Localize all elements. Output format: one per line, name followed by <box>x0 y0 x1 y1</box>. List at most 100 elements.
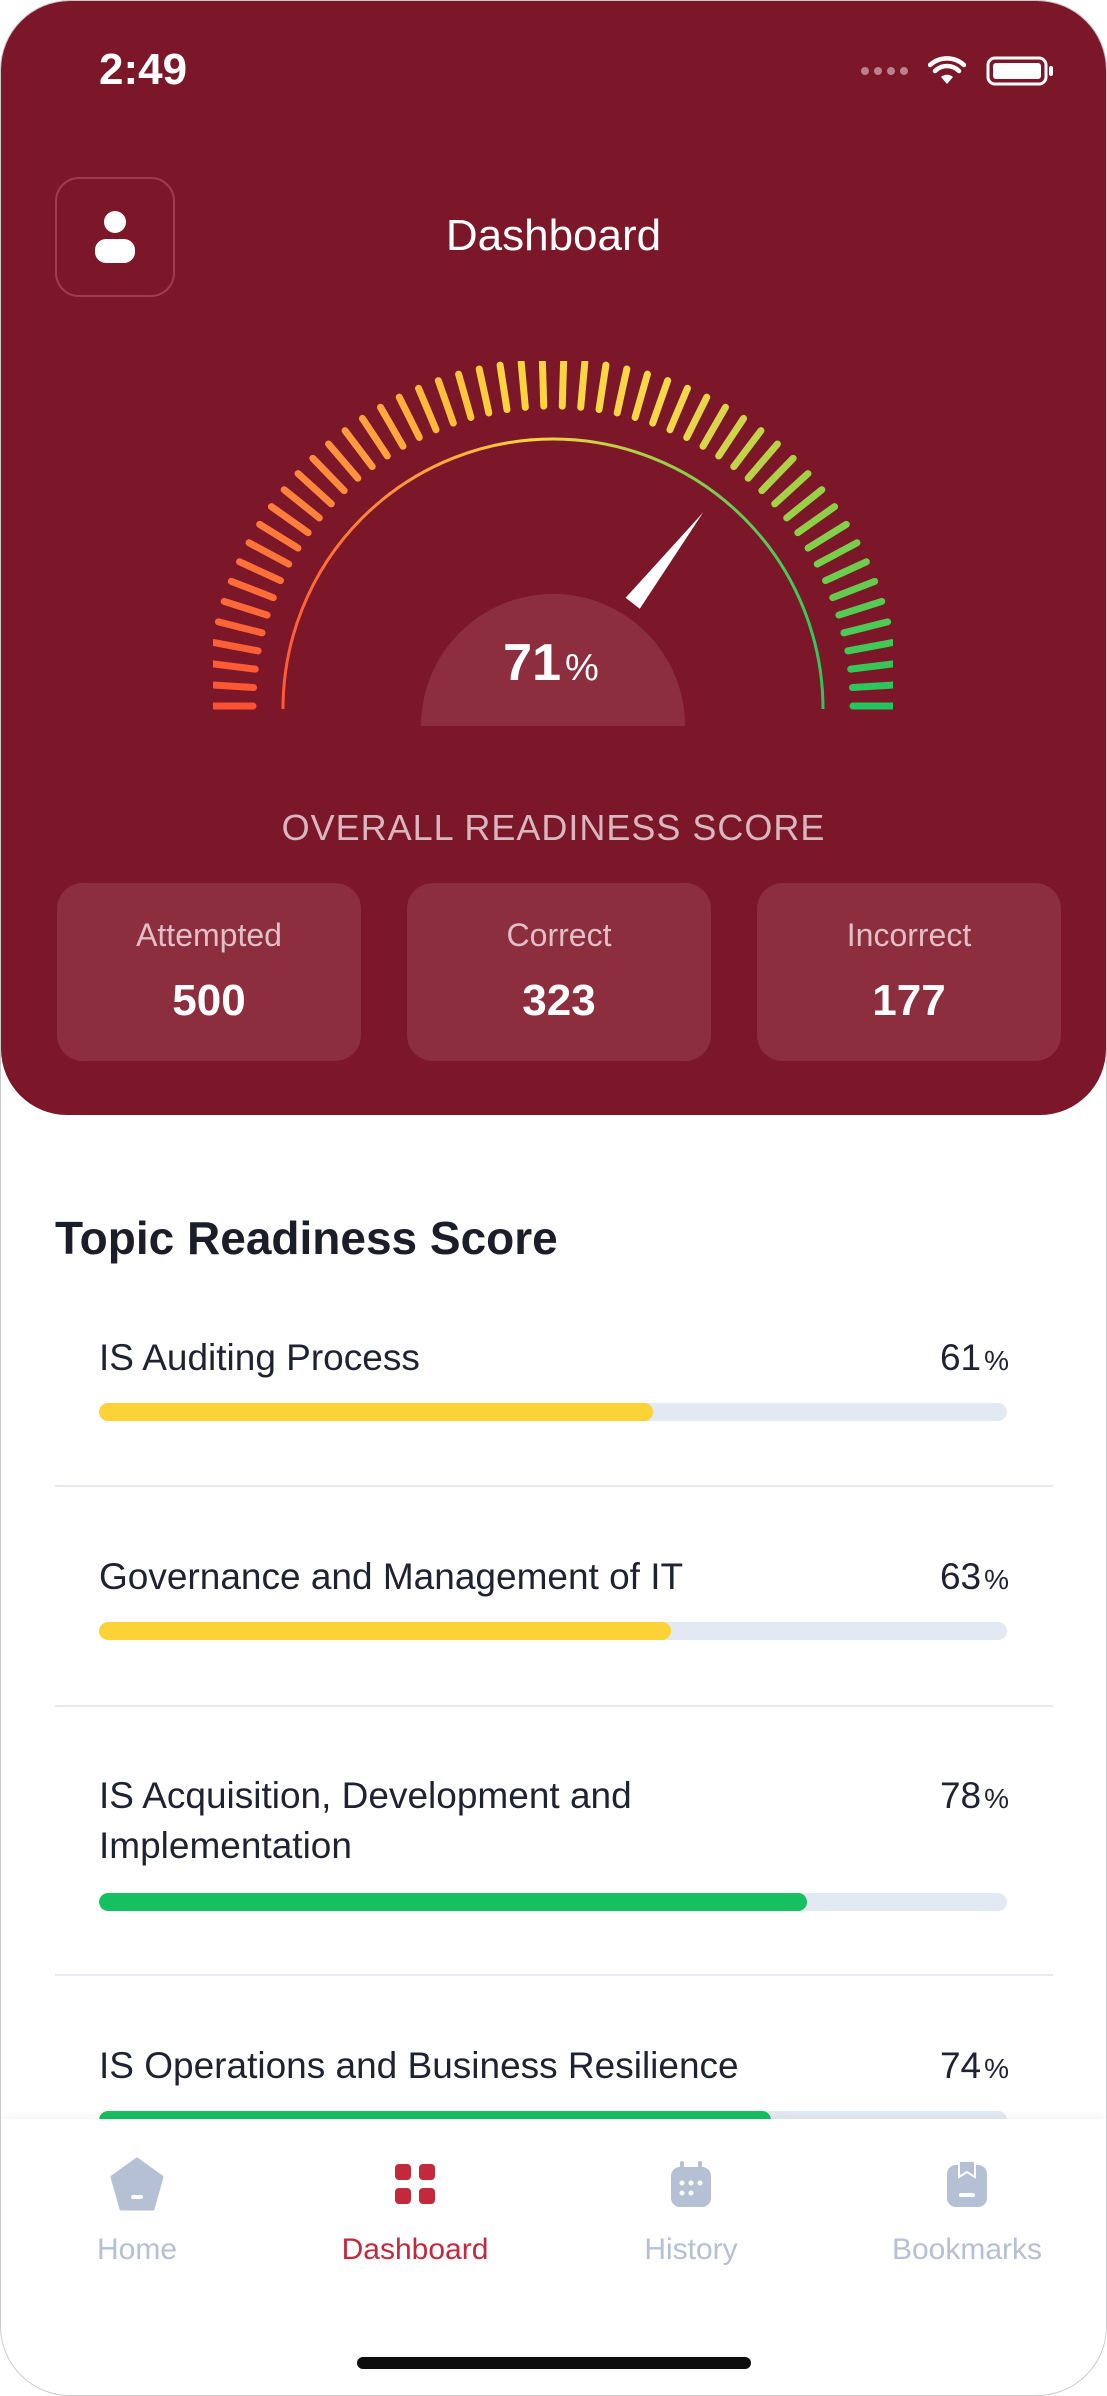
topic-name: Governance and Management of IT <box>99 1556 684 1597</box>
stat-value: 500 <box>172 976 246 1025</box>
topic-progress-fill <box>99 1622 672 1640</box>
cellular-signal-icon <box>861 67 908 75</box>
gauge-tick <box>496 361 511 414</box>
tab-dashboard[interactable]: Dashboard <box>315 2153 515 2267</box>
gauge-tick <box>309 454 348 495</box>
gauge-tick <box>666 384 691 434</box>
gauge-tick <box>829 577 879 602</box>
page-title: Dashboard <box>445 211 662 260</box>
gauge-value: 71% <box>503 634 599 692</box>
gauge-tick <box>227 577 277 602</box>
gauge-tick <box>538 361 548 410</box>
tab-label: Dashboard <box>341 2233 489 2266</box>
status-icons <box>861 55 1056 87</box>
tab-home[interactable]: Home <box>37 2153 237 2267</box>
gauge-tick <box>455 370 475 421</box>
topic-progress-fill <box>99 1403 653 1421</box>
wifi-icon <box>928 56 966 84</box>
tab-bookmarks[interactable]: Bookmarks <box>867 2153 1067 2267</box>
topic-percent: 63% <box>939 1556 1009 1597</box>
gauge-tick <box>220 597 271 619</box>
gauge-tick <box>794 503 839 537</box>
stat-label: Correct <box>506 917 612 953</box>
home-icon <box>110 2157 164 2211</box>
bookmark-clipboard-icon <box>947 2160 987 2207</box>
stat-correct: Correct 323 <box>407 883 711 1061</box>
dashboard-grid-icon <box>395 2164 435 2204</box>
gauge-tick <box>358 414 391 460</box>
gauge-tick <box>813 539 861 568</box>
topic-percent: 61% <box>939 1337 1009 1378</box>
gauge-tick <box>213 639 262 655</box>
stat-label: Incorrect <box>846 917 972 953</box>
battery-icon <box>986 56 1053 86</box>
topic-percent: 74% <box>939 2045 1009 2086</box>
gauge-tick <box>649 377 672 427</box>
gauge-tick <box>613 365 631 417</box>
topic-name: IS Operations and Business Resilience <box>99 2045 739 2086</box>
gauge-tick <box>595 361 610 414</box>
dashboard-header: 2:49 Dashboard 71 % OVERALL READINESS SC… <box>1 1 1106 1115</box>
home-indicator <box>357 2357 751 2369</box>
gauge-tick <box>245 539 293 568</box>
topic-name: IS Acquisition, Development and Implemen… <box>99 1775 632 1866</box>
gauge-needle <box>625 512 704 609</box>
gauge-tick <box>256 520 302 552</box>
gauge-tick <box>294 470 335 508</box>
tab-label: Home <box>96 2233 178 2266</box>
gauge-tick <box>577 361 589 411</box>
stat-label: Attempted <box>136 917 282 953</box>
gauge-tick <box>415 384 440 434</box>
gauge-tick <box>325 440 362 482</box>
topic-readiness-title: Topic Readiness Score <box>55 1212 558 1264</box>
gauge-tick <box>744 440 781 482</box>
topic-percent: 78% <box>939 1775 1009 1816</box>
gauge-tick <box>377 403 407 450</box>
bottom-tab-bar: Home Dashboard History Bookmarks <box>1 2119 1106 2395</box>
gauge-tick <box>848 681 893 692</box>
topic-progress-bar <box>99 1893 1007 1911</box>
gauge-tick <box>822 558 870 585</box>
gauge-tick <box>771 470 812 508</box>
stat-value: 323 <box>522 976 596 1025</box>
gauge-tick <box>267 503 312 537</box>
gauge-tick <box>758 454 797 495</box>
divider <box>55 1705 1053 1707</box>
gauge-tick <box>236 558 284 585</box>
topic-item[interactable]: IS Acquisition, Development and Implemen… <box>55 1771 1053 1921</box>
tab-label: Bookmarks <box>891 2233 1043 2266</box>
gauge-tick <box>844 639 893 655</box>
topic-progress-fill <box>99 1893 808 1911</box>
status-time: 2:49 <box>99 45 188 94</box>
gauge-tick <box>213 681 258 692</box>
tab-label: History <box>644 2233 738 2266</box>
app-screen: 2:49 Dashboard 71 % OVERALL READINESS SC… <box>0 0 1107 2396</box>
topic-item[interactable]: Governance and Management of IT 63% <box>55 1552 1053 1652</box>
tab-history[interactable]: History <box>591 2153 791 2267</box>
gauge-tick <box>683 393 711 441</box>
gauge-tick <box>730 427 765 471</box>
topic-item[interactable]: IS Auditing Process 61% <box>55 1333 1053 1433</box>
topic-name: IS Auditing Process <box>99 1337 420 1378</box>
divider <box>55 1974 1053 1976</box>
topic-progress-bar <box>99 1622 1007 1640</box>
gauge-tick <box>804 520 850 552</box>
gauge-tick <box>840 618 892 637</box>
stat-attempted: Attempted 500 <box>57 883 361 1061</box>
gauge-tick <box>699 403 729 450</box>
gauge-tick <box>341 427 376 471</box>
gauge-tick <box>280 486 323 522</box>
topic-item[interactable]: IS Operations and Business Resilience 74… <box>55 2041 1053 2131</box>
gauge-tick <box>631 370 651 421</box>
overall-readiness-label: OVERALL READINESS SCORE <box>281 807 826 848</box>
gauge-tick <box>213 660 259 673</box>
gauge-tick <box>517 361 529 411</box>
divider <box>55 1485 1053 1487</box>
history-calendar-icon <box>671 2161 711 2207</box>
gauge-tick <box>434 377 457 427</box>
gauge-tick <box>715 414 748 460</box>
gauge-tick <box>395 393 423 441</box>
gauge-tick <box>558 361 568 410</box>
stat-incorrect: Incorrect 177 <box>757 883 1061 1061</box>
stat-value: 177 <box>872 976 946 1025</box>
